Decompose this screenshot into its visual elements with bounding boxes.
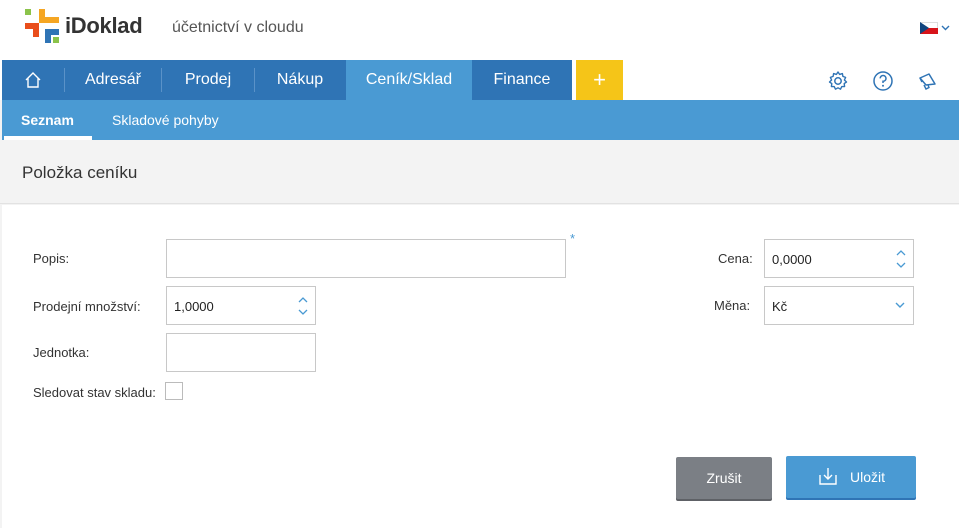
nav-prodej[interactable]: Prodej	[162, 60, 254, 100]
cancel-button[interactable]: Zrušit	[676, 457, 772, 499]
required-mark: *	[570, 231, 576, 246]
mena-label: Měna:	[714, 298, 751, 313]
chevron-down-icon	[895, 302, 905, 308]
jednotka-field[interactable]	[166, 333, 316, 372]
prodejni-mnozstvi-field[interactable]: 1,0000	[166, 286, 316, 325]
mena-value: Kč	[772, 299, 788, 314]
nav-home[interactable]	[2, 60, 64, 100]
sub-nav: Seznam Skladové pohyby	[2, 100, 959, 140]
main-nav: Adresář Prodej Nákup Ceník/Sklad Finance…	[0, 60, 959, 100]
cena-field[interactable]: 0,0000	[764, 239, 914, 278]
add-new-button[interactable]: +	[576, 60, 623, 100]
top-bar: iDoklad účetnictví v cloudu	[0, 0, 959, 60]
prodejni-mnozstvi-label: Prodejní množství:	[33, 299, 141, 314]
form-panel: Popis: * Prodejní množství: 1,0000 Jedno…	[2, 205, 959, 528]
mena-select[interactable]: Kč	[764, 286, 914, 325]
popis-label: Popis:	[33, 251, 70, 266]
save-download-icon	[819, 468, 837, 485]
page-title: Položka ceníku	[22, 163, 138, 182]
nav-cenik-sklad[interactable]: Ceník/Sklad	[346, 60, 472, 100]
nav-finance[interactable]: Finance	[472, 60, 572, 100]
czech-flag-icon	[920, 22, 938, 34]
help-icon[interactable]	[872, 70, 894, 92]
cena-value: 0,0000	[772, 252, 812, 267]
stepper-icon[interactable]	[895, 247, 907, 271]
megaphone-icon[interactable]	[917, 70, 939, 92]
language-switcher[interactable]	[920, 22, 950, 34]
subnav-seznam[interactable]: Seznam	[21, 100, 74, 140]
save-button[interactable]: Uložit	[786, 456, 916, 498]
cena-label: Cena:	[718, 251, 753, 266]
brand-name: iDoklad	[65, 13, 143, 38]
brand-tagline: účetnictví v cloudu	[172, 19, 304, 36]
popis-field[interactable]	[166, 239, 566, 278]
chevron-down-icon	[941, 25, 950, 31]
sledovat-stav-skladu-label: Sledovat stav skladu:	[33, 385, 156, 400]
gear-icon[interactable]	[827, 70, 849, 92]
idoklad-logo-icon[interactable]	[25, 9, 59, 43]
jednotka-label: Jednotka:	[33, 345, 90, 360]
home-icon	[25, 72, 41, 88]
sledovat-stav-skladu-checkbox[interactable]	[165, 382, 183, 400]
page-header: Položka ceníku	[0, 140, 959, 204]
nav-adresar[interactable]: Adresář	[65, 60, 161, 100]
save-button-label: Uložit	[850, 469, 886, 485]
prodejni-mnozstvi-value: 1,0000	[174, 299, 214, 314]
nav-nakup[interactable]: Nákup	[255, 60, 345, 100]
subnav-skladove-pohyby[interactable]: Skladové pohyby	[112, 100, 219, 140]
stepper-icon[interactable]	[297, 294, 309, 318]
